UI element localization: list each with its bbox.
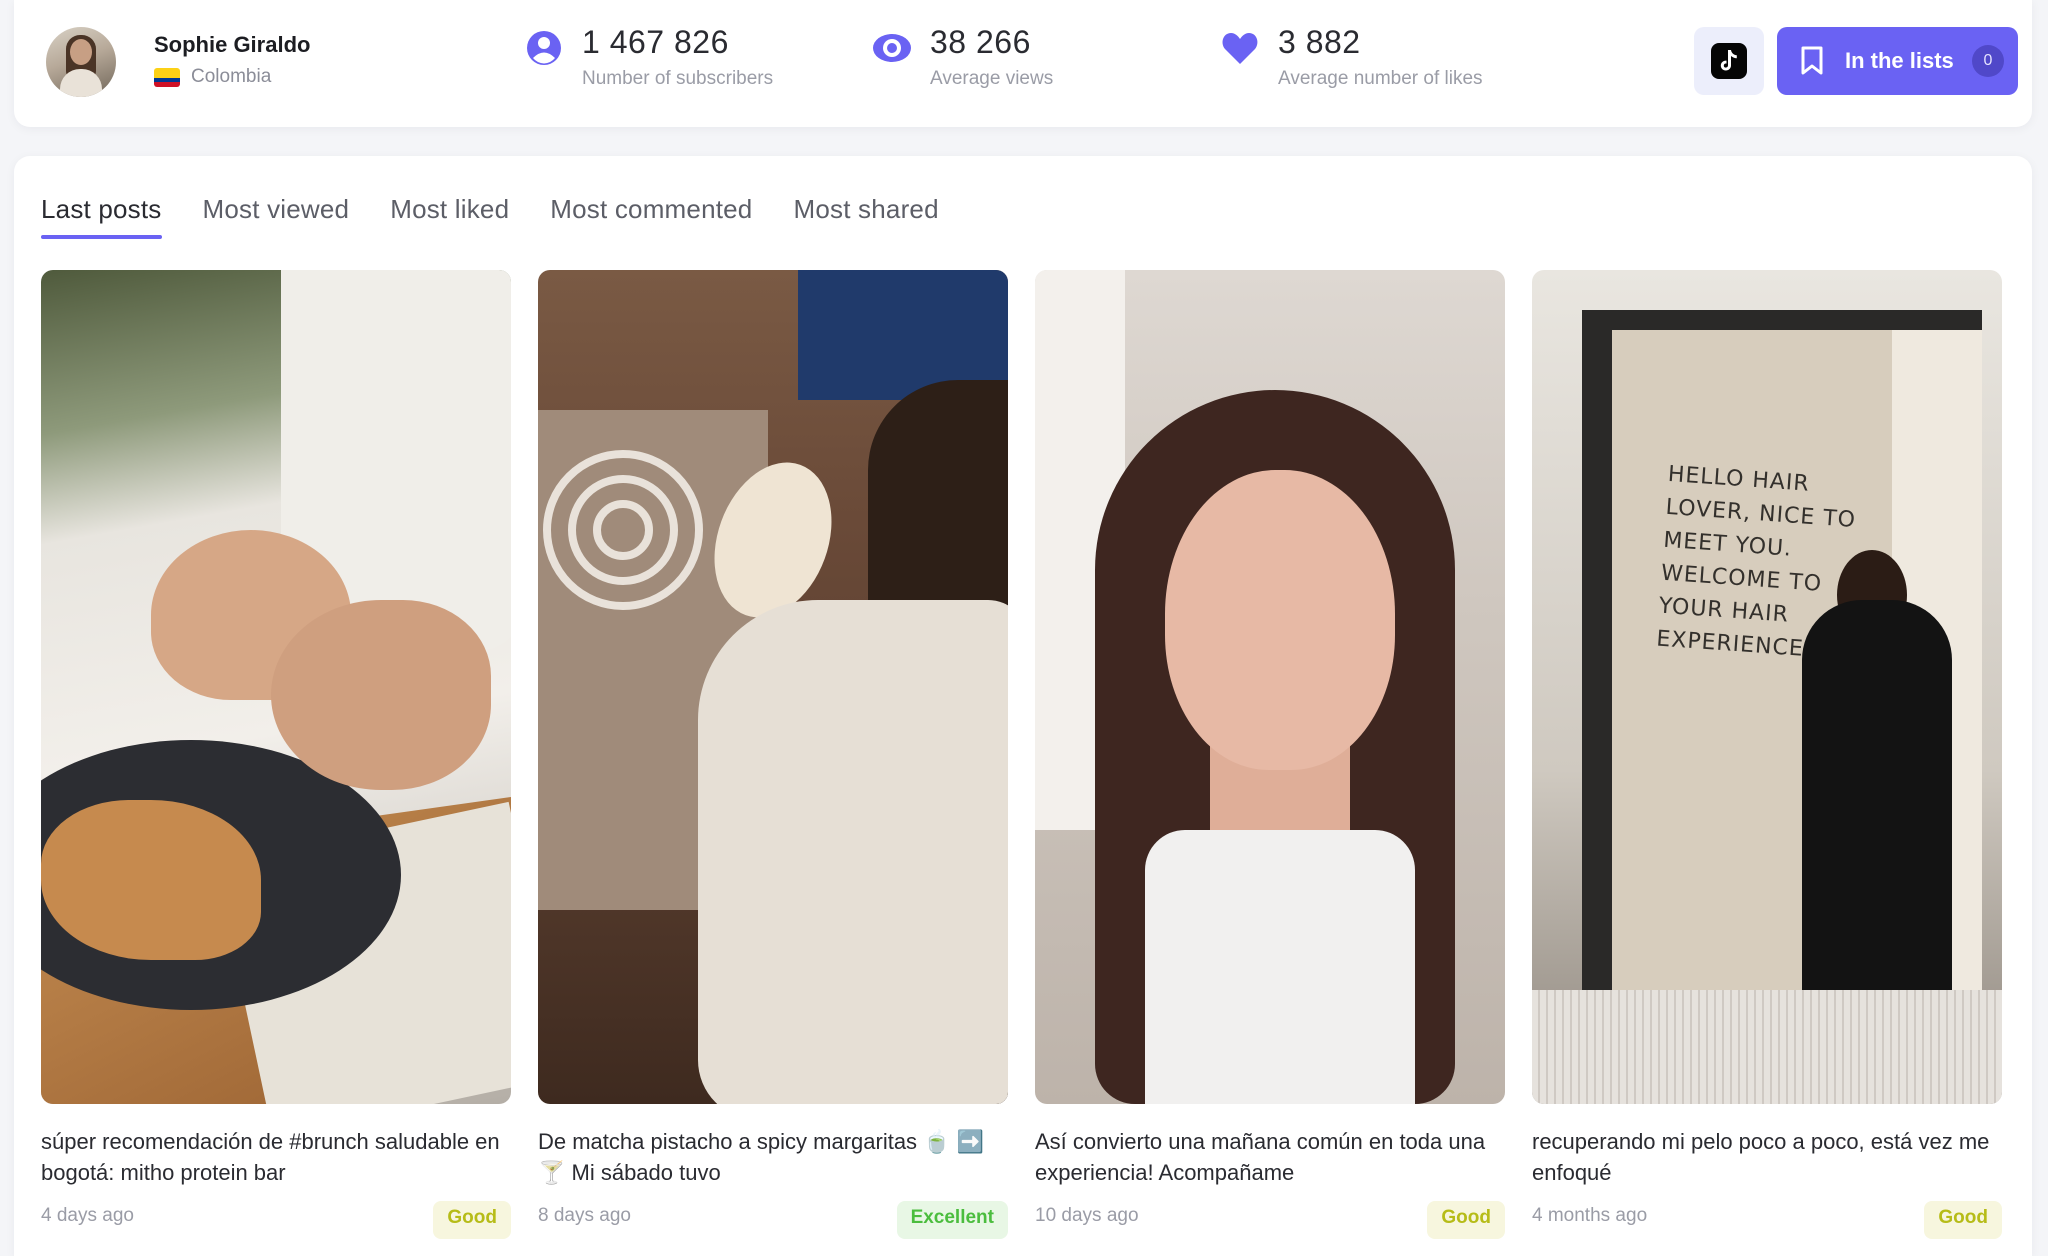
post-thumbnail[interactable] bbox=[1035, 270, 1505, 1104]
rating-badge: Good bbox=[433, 1201, 511, 1239]
profile-name: Sophie Giraldo bbox=[154, 32, 311, 57]
eye-icon bbox=[873, 34, 911, 62]
tab-most-shared[interactable]: Most shared bbox=[793, 194, 938, 239]
avatar[interactable] bbox=[46, 27, 116, 97]
post-card[interactable]: Así convierto una mañana común en toda u… bbox=[1035, 270, 1505, 1239]
lists-label: In the lists bbox=[1845, 48, 1954, 73]
tiktok-button[interactable] bbox=[1694, 27, 1764, 95]
post-caption: recuperando mi pelo poco a poco, está ve… bbox=[1532, 1129, 1990, 1185]
stat-label: Average number of likes bbox=[1278, 68, 1483, 89]
rating-badge: Excellent bbox=[896, 1201, 1008, 1239]
post-caption: súper recomendación de #brunch saludable… bbox=[41, 1129, 500, 1185]
rating-badge: Good bbox=[1924, 1201, 2002, 1239]
heart-icon bbox=[1222, 33, 1258, 64]
stat-label: Number of subscribers bbox=[582, 68, 774, 89]
posts-panel: Last posts Most viewed Most liked Most c… bbox=[14, 156, 2032, 1256]
post-card[interactable]: HELLO HAIR LOVER, NICE TO MEET YOU. WELC… bbox=[1532, 270, 2002, 1239]
tab-last-posts[interactable]: Last posts bbox=[41, 194, 162, 239]
stat-value: 1 467 826 bbox=[582, 24, 729, 60]
post-caption: De matcha pistacho a spicy margaritas 🍵 … bbox=[538, 1129, 985, 1185]
bookmark-icon bbox=[1801, 46, 1823, 75]
post-thumbnail[interactable]: HELLO HAIR LOVER, NICE TO MEET YOU. WELC… bbox=[1532, 270, 2002, 1104]
posts-tabs: Last posts Most viewed Most liked Most c… bbox=[41, 194, 980, 239]
post-card[interactable]: De matcha pistacho a spicy margaritas 🍵 … bbox=[538, 270, 1008, 1239]
user-icon bbox=[527, 31, 561, 65]
post-card[interactable]: súper recomendación de #brunch saludable… bbox=[41, 270, 511, 1239]
post-thumbnail[interactable] bbox=[538, 270, 1008, 1104]
post-age: 4 months ago bbox=[1532, 1205, 1648, 1226]
tiktok-icon bbox=[1711, 43, 1747, 79]
in-the-lists-button[interactable]: In the lists 0 bbox=[1777, 27, 2018, 95]
post-thumbnail[interactable] bbox=[41, 270, 511, 1104]
tab-most-viewed[interactable]: Most viewed bbox=[203, 194, 350, 239]
post-age: 8 days ago bbox=[538, 1205, 631, 1226]
post-age: 10 days ago bbox=[1035, 1205, 1139, 1226]
lists-count-badge: 0 bbox=[1972, 45, 2004, 77]
post-age: 4 days ago bbox=[41, 1205, 134, 1226]
tab-most-liked[interactable]: Most liked bbox=[390, 194, 509, 239]
colombia-flag-icon bbox=[154, 68, 180, 87]
stat-value: 3 882 bbox=[1278, 24, 1361, 60]
stat-label: Average views bbox=[930, 68, 1054, 89]
rating-badge: Good bbox=[1427, 1201, 1505, 1239]
post-caption: Así convierto una mañana común en toda u… bbox=[1035, 1129, 1486, 1185]
stat-value: 38 266 bbox=[930, 24, 1031, 60]
profile-header: Sophie Giraldo Colombia 1 467 826 Number… bbox=[14, 0, 2032, 127]
tab-most-commented[interactable]: Most commented bbox=[550, 194, 752, 239]
profile-country: Colombia bbox=[191, 66, 272, 87]
